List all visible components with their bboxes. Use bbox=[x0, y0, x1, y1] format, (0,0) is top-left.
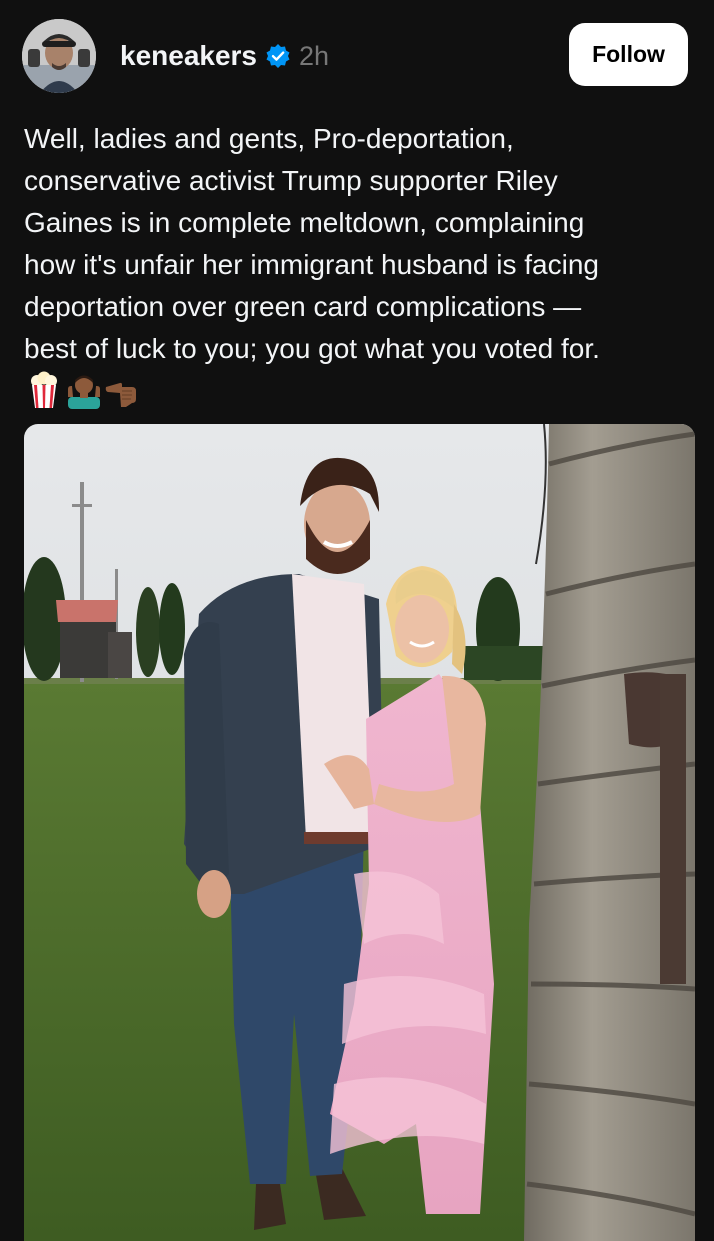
post-text-line: Gaines is in complete meltdown, complain… bbox=[24, 207, 585, 238]
post-text-line: conservative activist Trump supporter Ri… bbox=[24, 165, 558, 196]
person-shrugging-icon bbox=[66, 371, 100, 409]
post-header: keneakers 2h bbox=[120, 36, 329, 76]
post-photo[interactable] bbox=[24, 424, 695, 1241]
follow-button[interactable]: Follow bbox=[569, 23, 688, 86]
emoji-row bbox=[28, 371, 136, 411]
popcorn-icon bbox=[28, 371, 60, 409]
post-photo-image bbox=[24, 424, 695, 1241]
post-text: Well, ladies and gents, Pro-deportation,… bbox=[24, 118, 684, 370]
avatar-image bbox=[22, 19, 96, 93]
backhand-index-pointing-left-icon bbox=[104, 371, 136, 409]
post-text-line: best of luck to you; you got what you vo… bbox=[24, 333, 600, 364]
timestamp: 2h bbox=[299, 40, 330, 71]
verified-badge-icon bbox=[265, 43, 291, 69]
avatar[interactable] bbox=[22, 19, 96, 93]
post-text-line: deportation over green card complication… bbox=[24, 291, 582, 322]
post-text-line: Well, ladies and gents, Pro-deportation, bbox=[24, 123, 514, 154]
username[interactable]: keneakers bbox=[120, 40, 257, 72]
post-text-line: how it's unfair her immigrant husband is… bbox=[24, 249, 599, 280]
threads-post: keneakers 2h Follow Well, ladies and gen… bbox=[0, 0, 714, 1241]
